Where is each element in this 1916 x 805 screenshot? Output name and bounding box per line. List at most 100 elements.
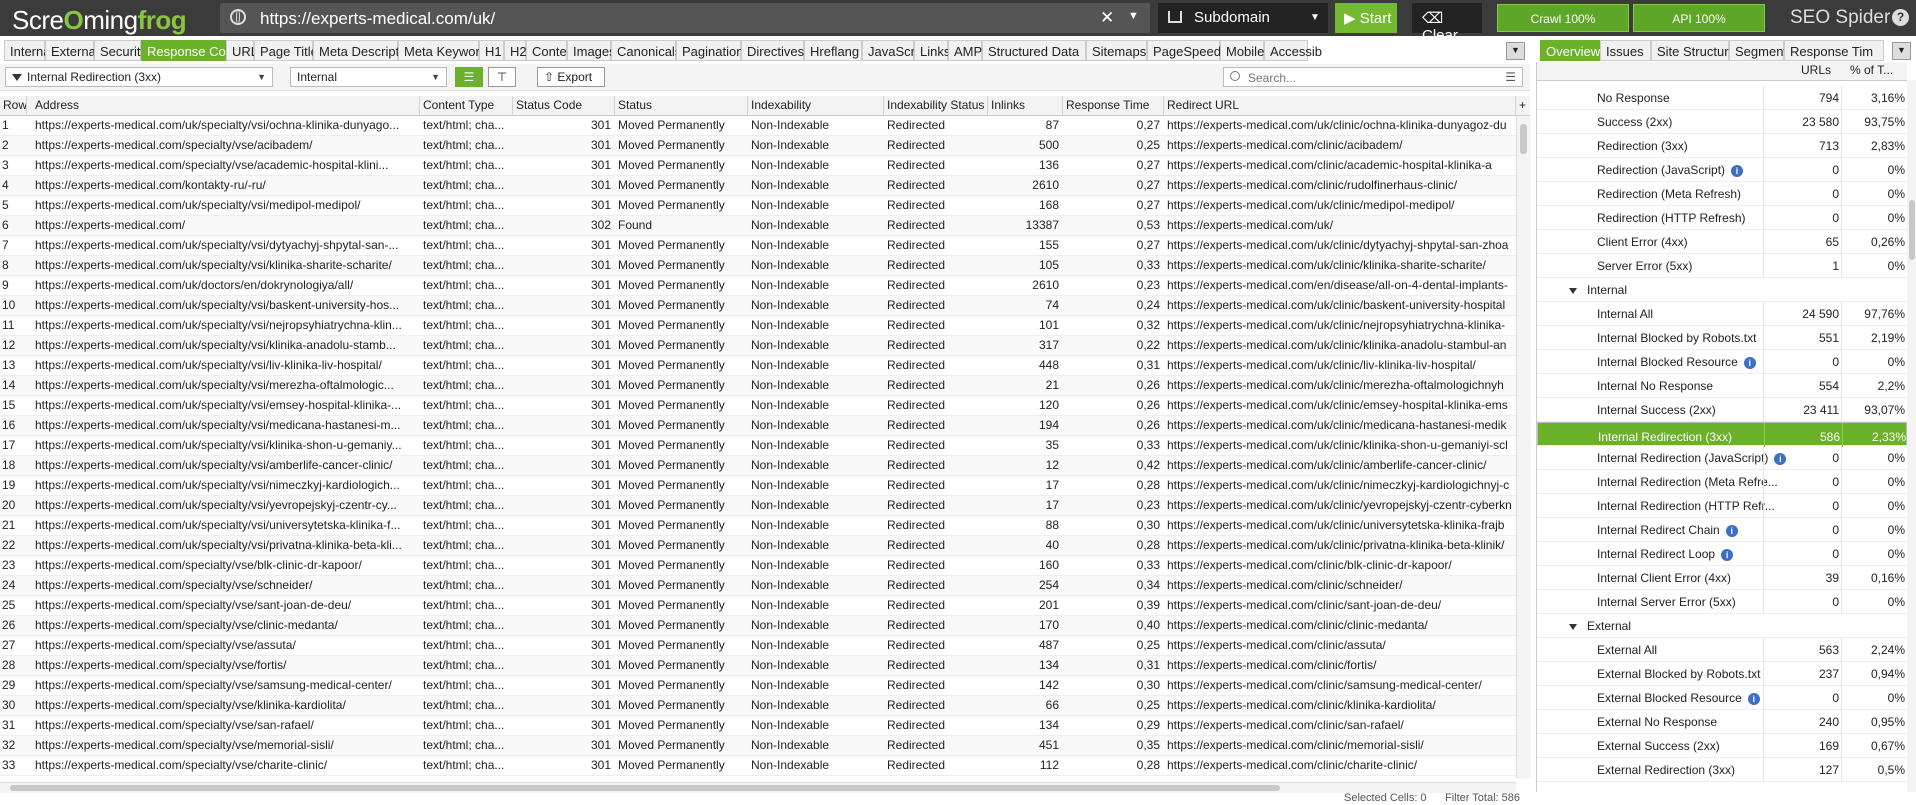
table-row[interactable]: 3 https://experts-medical.com/specialty/v… — [0, 156, 1516, 176]
table-row[interactable]: 21 https://experts-medical.com/uk/special… — [0, 516, 1516, 536]
tab-javascript[interactable]: JavaScript — [862, 40, 929, 61]
overview-item-internal-redirect-chain[interactable]: Internal Redirect Chain i 0 0% — [1537, 518, 1907, 542]
overview-section-external[interactable]: External — [1537, 614, 1907, 638]
table-row[interactable]: 20 https://experts-medical.com/uk/special… — [0, 496, 1516, 516]
export-button[interactable]: ⇧ Export — [537, 67, 605, 87]
tab-images[interactable]: Images — [567, 40, 616, 61]
info-icon[interactable]: i — [1743, 356, 1756, 369]
overview-item-internal-redirection-http-refr[interactable]: Internal Redirection (HTTP Refr... 0 0% — [1537, 494, 1907, 518]
table-row[interactable]: 7 https://experts-medical.com/uk/specialt… — [0, 236, 1516, 256]
list-view-button[interactable]: ☰ — [455, 67, 483, 87]
overview-item-internal-redirect-loop[interactable]: Internal Redirect Loop i 0 0% — [1537, 542, 1907, 566]
column-header-indexability-status[interactable]: Indexability Status — [884, 96, 988, 115]
overview-item-external-blocked-resource[interactable]: External Blocked Resource i 0 0% — [1537, 686, 1907, 710]
tab-meta-description[interactable]: Meta Description — [313, 40, 417, 61]
column-header-indexability[interactable]: Indexability — [748, 96, 884, 115]
tab-url[interactable]: URL — [226, 40, 258, 61]
overview-item-internal-redirection-javascript[interactable]: Internal Redirection (JavaScript) i 0 0% — [1537, 446, 1907, 470]
tab-accessib[interactable]: Accessib — [1264, 40, 1322, 61]
column-header-status-code[interactable]: Status Code — [513, 96, 615, 115]
info-icon[interactable]: i — [1721, 548, 1734, 561]
overview-item-redirection-http-refresh[interactable]: Redirection (HTTP Refresh) 0 0% — [1537, 206, 1907, 230]
table-row[interactable]: 14 https://experts-medical.com/uk/special… — [0, 376, 1516, 396]
overview-item-redirection-javascript[interactable]: Redirection (JavaScript) i 0 0% — [1537, 158, 1907, 182]
right-tab-site-structure[interactable]: Site Structure — [1651, 40, 1736, 61]
overview-item-success-2xx[interactable]: Success (2xx) 23 580 93,75% — [1537, 110, 1907, 134]
expand-triangle-icon[interactable] — [1569, 623, 1577, 630]
tab-h2[interactable]: H2 — [504, 40, 527, 61]
table-row[interactable]: 30 https://experts-medical.com/specialty/… — [0, 696, 1516, 716]
table-row[interactable]: 17 https://experts-medical.com/uk/special… — [0, 436, 1516, 456]
right-tab-issues[interactable]: Issues — [1600, 40, 1651, 61]
overview-item-redirection-3xx[interactable]: Redirection (3xx) 713 2,83% — [1537, 134, 1907, 158]
tab-pagespeed[interactable]: PageSpeed — [1147, 40, 1221, 61]
scroll-thumb[interactable] — [10, 785, 1280, 791]
tree-view-button[interactable]: ⊤ — [488, 67, 516, 87]
right-tab-overview[interactable]: Overview — [1540, 40, 1600, 61]
info-icon[interactable]: i — [1731, 164, 1744, 177]
column-header-content-type[interactable]: Content Type — [420, 96, 513, 115]
right-tab-segments[interactable]: Segments — [1729, 40, 1794, 61]
overview-item-internal-redirection-meta-refre[interactable]: Internal Redirection (Meta Refre... 0 0% — [1537, 470, 1907, 494]
tab-internal[interactable]: Internal — [4, 40, 53, 61]
table-row[interactable]: 29 https://experts-medical.com/specialty/… — [0, 676, 1516, 696]
scope-select[interactable]: Internal ▼ — [290, 67, 447, 87]
tab-amp[interactable]: AMP — [948, 40, 982, 61]
overview-item-internal-no-response[interactable]: Internal No Response 554 2,2% — [1537, 374, 1907, 398]
table-row[interactable]: 12 https://experts-medical.com/uk/special… — [0, 336, 1516, 356]
table-row[interactable]: 22 https://experts-medical.com/uk/special… — [0, 536, 1516, 556]
column-header-response-time[interactable]: Response Time — [1063, 96, 1164, 115]
clear-url-icon[interactable]: ✕ — [1100, 8, 1114, 28]
tab-security[interactable]: Security — [94, 40, 147, 61]
tab-external[interactable]: External — [45, 40, 99, 61]
overview-scrollbar[interactable] — [1907, 80, 1916, 792]
scroll-thumb[interactable] — [1909, 200, 1915, 260]
table-row[interactable]: 28 https://experts-medical.com/specialty/… — [0, 656, 1516, 676]
tab-sitemaps[interactable]: Sitemaps — [1086, 40, 1147, 61]
tab-page-titles[interactable]: Page Titles — [254, 40, 324, 61]
url-history-dropdown-icon[interactable]: ▼ — [1128, 10, 1139, 22]
table-row[interactable]: 11 https://experts-medical.com/uk/special… — [0, 316, 1516, 336]
table-vertical-scrollbar[interactable] — [1516, 116, 1531, 778]
overview-item-redirection-meta-refresh[interactable]: Redirection (Meta Refresh) 0 0% — [1537, 182, 1907, 206]
overview-item-no-response[interactable]: No Response 794 3,16% — [1537, 86, 1907, 110]
table-row[interactable]: 33 https://experts-medical.com/specialty/… — [0, 756, 1516, 776]
table-row[interactable]: 26 https://experts-medical.com/specialty/… — [0, 616, 1516, 636]
overview-item-client-error-4xx[interactable]: Client Error (4xx) 65 0,26% — [1537, 230, 1907, 254]
tab-canonicals[interactable]: Canonicals — [611, 40, 681, 61]
tab-pagination[interactable]: Pagination — [676, 40, 743, 61]
table-row[interactable]: 15 https://experts-medical.com/uk/special… — [0, 396, 1516, 416]
tab-content[interactable]: Content — [526, 40, 578, 61]
overview-item-external-success-2xx[interactable]: External Success (2xx) 169 0,67% — [1537, 734, 1907, 758]
tab-h1[interactable]: H1 — [479, 40, 504, 61]
search-input[interactable] — [1246, 69, 1480, 87]
tabs-overflow-icon[interactable]: ▼ — [1506, 42, 1525, 60]
table-row[interactable]: 2 https://experts-medical.com/specialty/v… — [0, 136, 1516, 156]
overview-item-internal-client-error-4xx[interactable]: Internal Client Error (4xx) 39 0,16% — [1537, 566, 1907, 590]
expand-triangle-icon[interactable] — [1569, 287, 1577, 294]
crawl-mode-select[interactable]: Subdomain ▼ — [1158, 3, 1328, 33]
table-row[interactable]: 16 https://experts-medical.com/uk/special… — [0, 416, 1516, 436]
overview-item-internal-success-2xx[interactable]: Internal Success (2xx) 23 411 93,07% — [1537, 398, 1907, 422]
tab-links[interactable]: Links — [914, 40, 950, 61]
add-column-icon[interactable]: + — [1516, 96, 1530, 115]
tab-structured-data[interactable]: Structured Data — [982, 40, 1086, 61]
tab-mobile[interactable]: Mobile — [1220, 40, 1264, 61]
overview-item-server-error-5xx[interactable]: Server Error (5xx) 1 0% — [1537, 254, 1907, 278]
tab-meta-keywords[interactable]: Meta Keywords — [398, 40, 494, 61]
url-input[interactable] — [258, 5, 1102, 33]
overview-item-external-redirection-3xx[interactable]: External Redirection (3xx) 127 0,5% — [1537, 758, 1907, 782]
column-header-inlinks[interactable]: Inlinks — [988, 96, 1063, 115]
overview-item-external-all[interactable]: External All 563 2,24% — [1537, 638, 1907, 662]
search-options-icon[interactable]: ☰ — [1505, 70, 1516, 84]
table-row[interactable]: 10 https://experts-medical.com/uk/special… — [0, 296, 1516, 316]
overview-item-internal-redirection-3xx[interactable]: Internal Redirection (3xx) 586 2,33% — [1537, 422, 1907, 447]
table-row[interactable]: 19 https://experts-medical.com/uk/special… — [0, 476, 1516, 496]
table-row[interactable]: 13 https://experts-medical.com/uk/special… — [0, 356, 1516, 376]
table-row[interactable]: 6 https://experts-medical.com/text/html; … — [0, 216, 1516, 236]
column-header-status[interactable]: Status — [615, 96, 748, 115]
info-icon[interactable]: i — [1747, 692, 1760, 705]
column-header-address[interactable]: Address — [32, 96, 420, 115]
table-row[interactable]: 9 https://experts-medical.com/uk/doctors/… — [0, 276, 1516, 296]
tab-directives[interactable]: Directives — [741, 40, 804, 61]
